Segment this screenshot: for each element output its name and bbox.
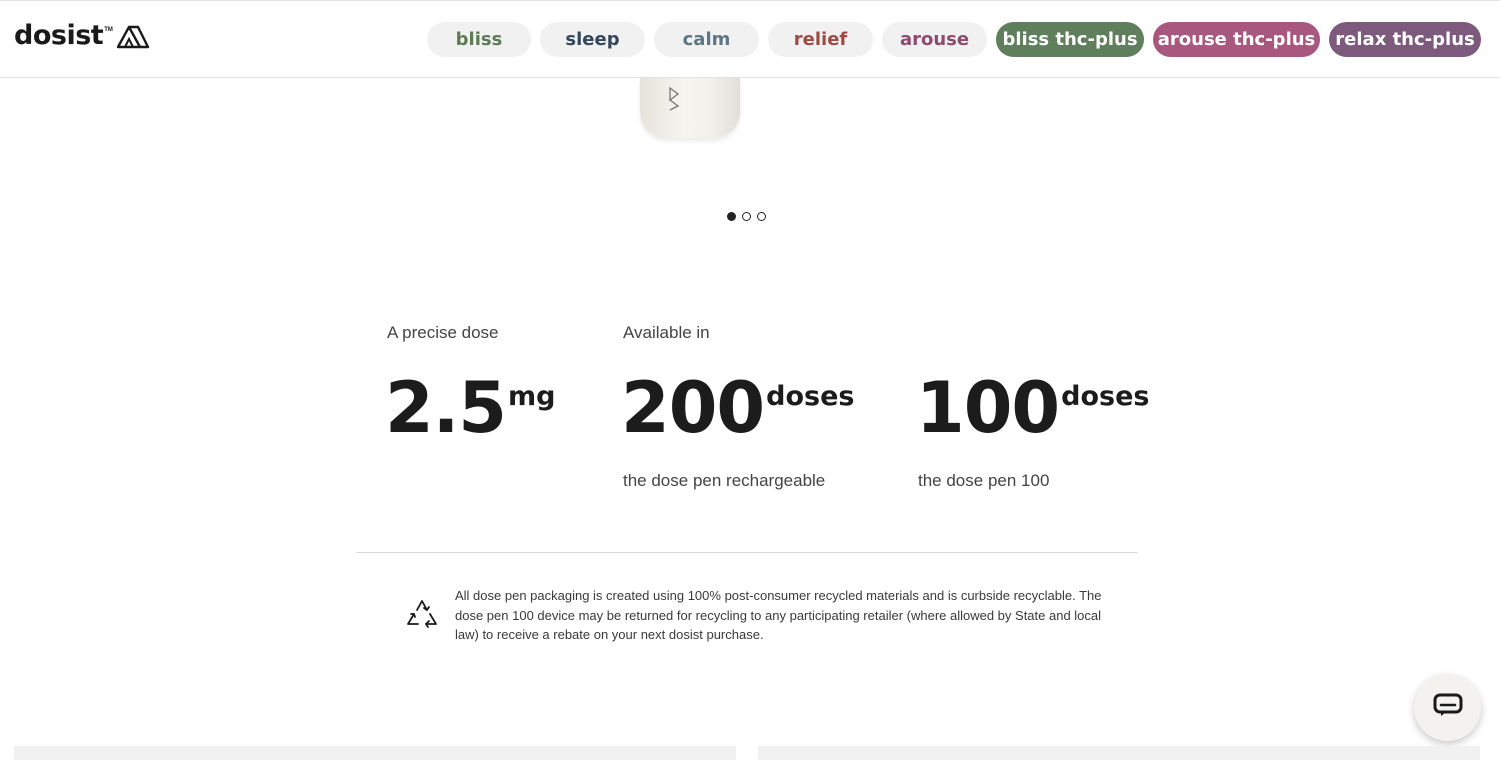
dose-unit: mg xyxy=(508,381,556,412)
nav-pill-arouse-thc-plus[interactable]: arouse thc-plus xyxy=(1153,22,1320,57)
dose-label: A precise dose xyxy=(387,323,499,342)
product-card[interactable] xyxy=(14,746,736,760)
carousel-dot[interactable] xyxy=(742,212,751,221)
brand-name: dosist xyxy=(14,20,104,51)
nav-pill-relief[interactable]: relief xyxy=(768,22,873,57)
nav-pill-calm[interactable]: calm xyxy=(654,22,759,57)
carousel-dots xyxy=(727,212,766,221)
rechargeable-caption: the dose pen rechargeable xyxy=(623,471,826,490)
recycle-icon xyxy=(404,597,440,636)
recycling-note: All dose pen packaging is created using … xyxy=(455,588,1102,643)
pen100-doses-unit: doses xyxy=(1061,381,1150,412)
brand-logo[interactable]: dosist TM xyxy=(14,21,150,53)
carousel-dot[interactable] xyxy=(757,212,766,221)
nav-pill-relax-thc-plus[interactable]: relax thc-plus xyxy=(1329,22,1481,57)
pen100-caption: the dose pen 100 xyxy=(918,471,1050,490)
site-header: dosist TM bliss sleep calm relief arouse… xyxy=(0,0,1500,78)
nav-pill-label: relief xyxy=(793,29,848,50)
carousel-dot[interactable] xyxy=(727,212,736,221)
product-image-dose-pen xyxy=(640,78,740,138)
nav-pill-label: sleep xyxy=(565,29,620,50)
nav-pill-label: bliss thc-plus xyxy=(1002,29,1138,50)
nav-pill-sleep[interactable]: sleep xyxy=(540,22,645,57)
pen100-doses-value: 100 xyxy=(916,367,1060,449)
nav-pill-label: relax thc-plus xyxy=(1335,29,1475,50)
nav-pill-label: bliss xyxy=(455,29,503,50)
rechargeable-doses-stat: 200 doses xyxy=(621,368,854,448)
product-card[interactable] xyxy=(758,746,1480,760)
trademark-mark: TM xyxy=(104,27,113,33)
product-nav: bliss sleep calm relief arouse bliss thc… xyxy=(427,22,1481,57)
rechargeable-doses-unit: doses xyxy=(766,381,855,412)
product-shading xyxy=(710,78,740,138)
rechargeable-doses-value: 200 xyxy=(621,367,765,449)
nav-pill-bliss[interactable]: bliss xyxy=(427,22,531,57)
nav-pill-label: arouse xyxy=(899,29,970,50)
section-divider xyxy=(356,552,1138,553)
chat-launcher-button[interactable] xyxy=(1414,674,1481,741)
mountain-logo-icon xyxy=(116,23,150,54)
pen-logo-icon xyxy=(668,84,680,117)
nav-pill-arouse[interactable]: arouse xyxy=(882,22,987,57)
nav-pill-bliss-thc-plus[interactable]: bliss thc-plus xyxy=(996,22,1144,57)
nav-pill-label: calm xyxy=(682,29,731,50)
pen100-doses-stat: 100 doses xyxy=(916,368,1149,448)
dose-value: 2.5 xyxy=(385,367,507,449)
available-label: Available in xyxy=(623,323,710,342)
chat-icon xyxy=(1433,693,1463,722)
nav-pill-label: arouse thc-plus xyxy=(1157,29,1316,50)
dose-stat: 2.5 mg xyxy=(385,368,555,448)
